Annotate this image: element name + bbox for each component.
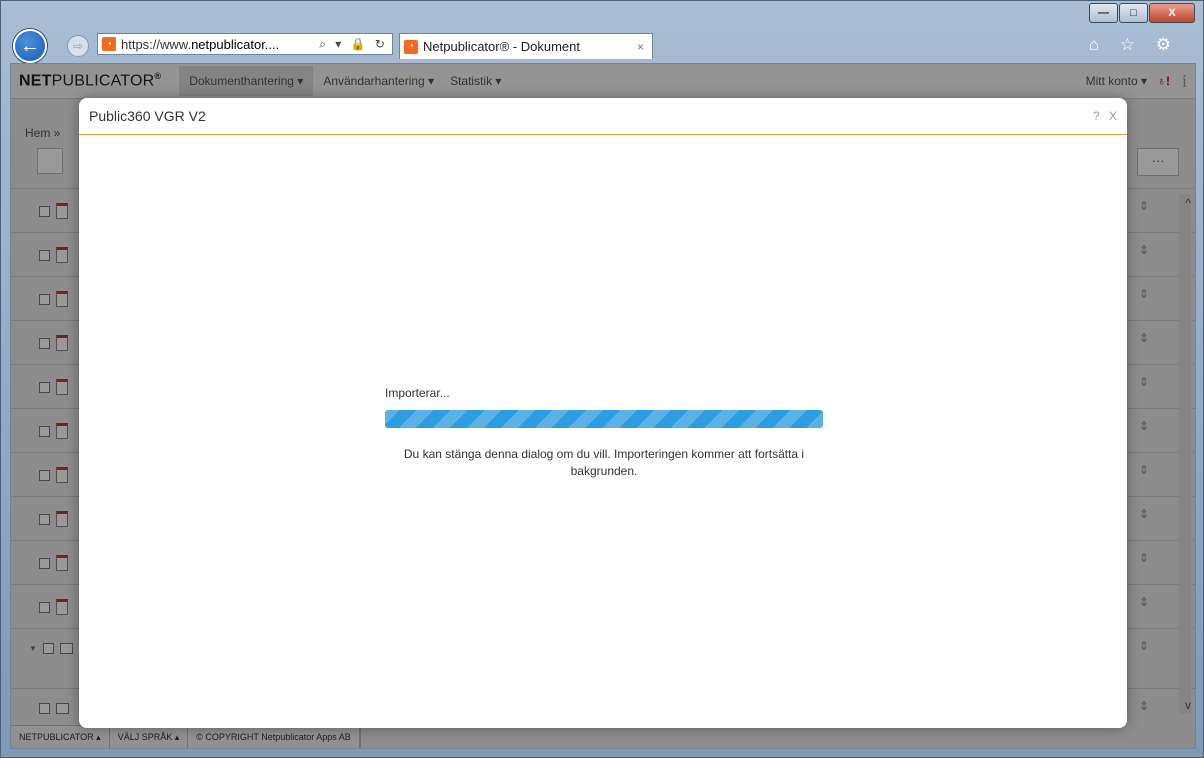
forward-icon[interactable]: ⇨ <box>67 35 89 57</box>
import-dialog: Public360 VGR V2 ? X Importerar... Du ka… <box>79 98 1127 728</box>
url-text[interactable]: https://www.netpublicator.... <box>121 37 319 52</box>
dialog-header: Public360 VGR V2 ? X <box>79 98 1127 135</box>
site-favicon-icon: ◔ <box>102 37 116 51</box>
address-bar[interactable]: ◔ https://www.netpublicator.... ⌕ ▾ 🔒 ↻ <box>97 33 393 55</box>
dialog-close-icon[interactable]: X <box>1109 109 1117 123</box>
import-message: Du kan stänga denna dialog om du vill. I… <box>403 447 805 478</box>
dialog-actions: ? X <box>1087 109 1117 123</box>
progress-fill <box>385 410 823 428</box>
address-tools-icons[interactable]: ⌕ ▾ 🔒 ↻ <box>319 37 392 52</box>
minimize-button[interactable]: — <box>1089 3 1118 23</box>
url-prefix: https://www. <box>121 36 192 52</box>
browser-tools-icons[interactable]: ⌂ ☆ ⚙ <box>1089 35 1179 55</box>
window-controls: — □ X <box>1088 3 1195 23</box>
tab-title: Netpublicator® - Dokument <box>423 39 580 54</box>
import-progress-bar <box>385 410 823 428</box>
browser-window: — □ X ← ⇨ ◔ https://www.netpublicator...… <box>0 0 1204 758</box>
import-status-label: Importerar... <box>385 386 450 400</box>
maximize-button[interactable]: □ <box>1119 3 1148 23</box>
browser-nav-row: ← ⇨ ◔ https://www.netpublicator.... ⌕ ▾ … <box>13 29 1193 63</box>
close-window-button[interactable]: X <box>1149 3 1195 23</box>
url-domain: netpublicator.... <box>191 36 280 52</box>
help-icon[interactable]: ? <box>1093 109 1100 123</box>
tab-close-icon[interactable]: × <box>637 40 644 54</box>
back-icon[interactable]: ← <box>13 29 47 63</box>
browser-tab[interactable]: ◔ Netpublicator® - Dokument × <box>399 33 653 59</box>
tab-favicon-icon: ◔ <box>404 39 418 54</box>
dialog-title: Public360 VGR V2 <box>89 108 206 124</box>
import-status-area: Importerar... Du kan stänga denna dialog… <box>385 386 823 480</box>
